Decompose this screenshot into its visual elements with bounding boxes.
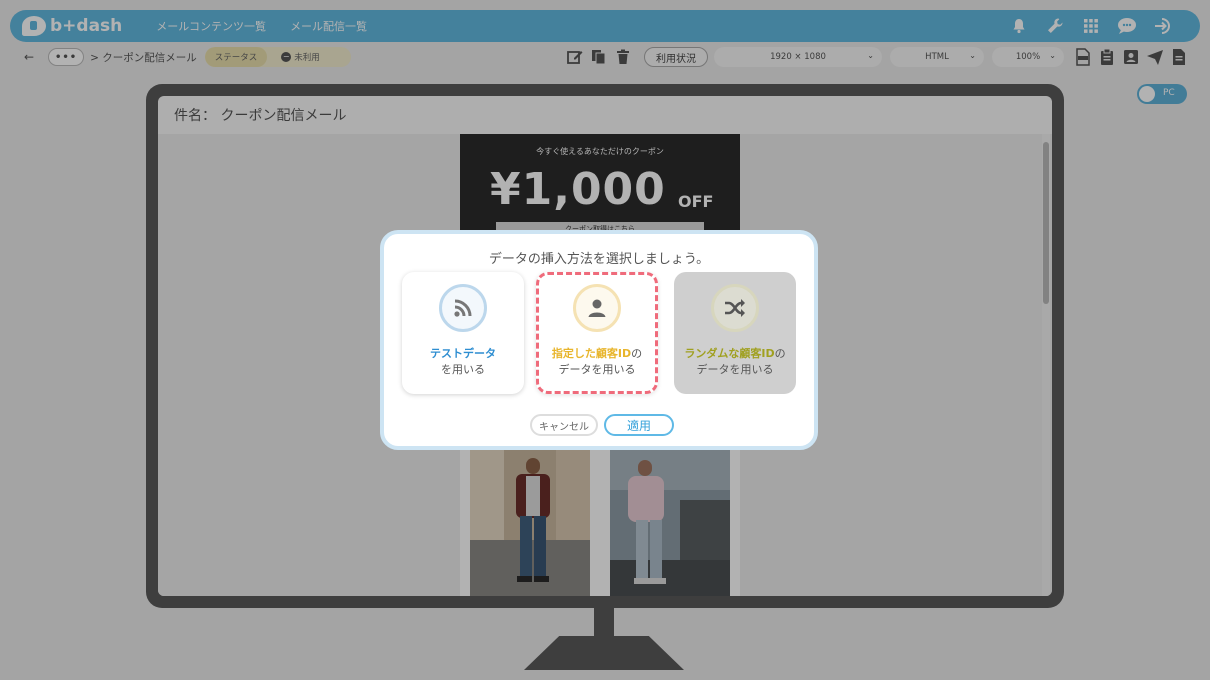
option-label: ランダムな顧客IDの [674, 345, 796, 361]
modal-title: データの挿入方法を選択しましょう。 [488, 252, 710, 267]
option-sublabel: を用いる [441, 363, 485, 376]
option-suffix: の [774, 347, 786, 360]
option-sublabel: データを用いる [558, 363, 636, 376]
option-label: 指定した顧客IDの [539, 345, 655, 361]
option-label: テストデータ [402, 345, 524, 361]
shuffle-icon [711, 284, 759, 332]
option-test-data[interactable]: テストデータ を用いる [402, 272, 524, 394]
rss-icon [439, 284, 487, 332]
option-sublabel: データを用いる [696, 363, 774, 376]
option-suffix: の [631, 347, 643, 360]
option-highlight: テストデータ [430, 347, 496, 360]
option-random-customer[interactable]: ランダムな顧客IDの データを用いる [674, 272, 796, 394]
data-insert-modal: データの挿入方法を選択しましょう。 テストデータ を用いる 指定した顧客IDの … [380, 230, 818, 450]
apply-button[interactable]: 適用 [604, 414, 674, 436]
person-icon [573, 284, 621, 332]
option-highlight: ランダムな顧客ID [684, 347, 775, 360]
cancel-button[interactable]: キャンセル [530, 414, 598, 436]
option-highlight: 指定した顧客ID [551, 347, 632, 360]
option-specified-customer[interactable]: 指定した顧客IDの データを用いる [536, 272, 658, 394]
